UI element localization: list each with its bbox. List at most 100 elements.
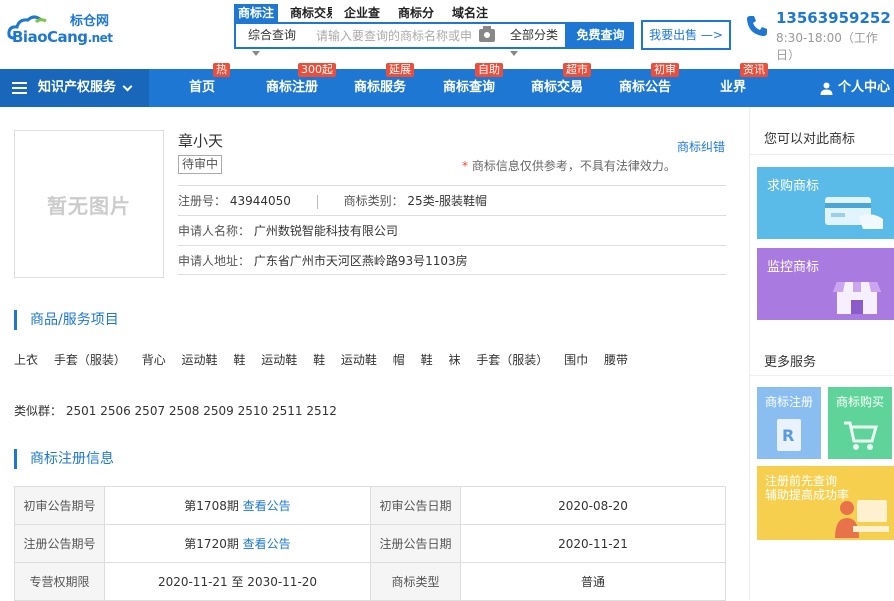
table-cell: 初审公告日期 <box>370 486 461 525</box>
camera-icon[interactable] <box>479 26 495 42</box>
top-header: 标仓网 BiaoCang.net 商标注 商标交易 企业查 商标分 域名注 综合… <box>0 0 894 62</box>
trademark-name: 章小天 <box>178 132 224 150</box>
registration-section-title: 商标注册信息 <box>14 449 114 469</box>
phone-number: 13563959252 <box>776 9 891 27</box>
table-row: 初审公告期号 第1708期 查看公告 初审公告日期 2020-08-20 <box>14 486 726 525</box>
goods-item: 鞋 <box>420 353 433 367</box>
nav-trademark-register[interactable]: 商标注册 300起 <box>266 63 336 107</box>
trademark-correction-link[interactable]: 商标纠错 <box>677 138 725 155</box>
table-cell: 第1708期 查看公告 <box>104 486 371 525</box>
search-input[interactable] <box>316 24 476 47</box>
nav-trademark-service[interactable]: 商标服务 延展 <box>354 63 414 107</box>
nav-trademark-trade[interactable]: 商标交易 超市 <box>531 63 591 107</box>
consultant-illustration-icon <box>835 500 889 538</box>
nav-badge: 资讯 <box>740 63 768 77</box>
table-cell: 注册公告期号 <box>14 524 105 563</box>
trademark-purchase-card[interactable]: 商标购买 <box>828 387 892 459</box>
logo-english-name: BiaoCang.net <box>12 28 113 46</box>
right-sidebar: 您可以对此商标 求购商标 监控商标 更多服务 商标注册 R 商标购买 注册前先查… <box>749 107 894 600</box>
goods-item: 运动鞋 <box>340 353 377 367</box>
user-center-link[interactable]: 个人中心 <box>820 69 890 107</box>
status-badge: 待审中 <box>178 155 223 174</box>
buy-trademark-card[interactable]: 求购商标 <box>757 167 894 239</box>
chevron-down-icon <box>122 81 133 92</box>
ip-service-label: 知识产权服务 <box>38 80 117 95</box>
goods-item: 手套（服装） <box>476 353 549 367</box>
table-row: 注册公告期号 第1720期 查看公告 注册公告日期 2020-11-21 <box>14 524 726 563</box>
scope-caret-icon <box>252 51 260 56</box>
goods-item: 帽 <box>392 353 405 367</box>
search-tabs: 商标注 商标交易 企业查 商标分 域名注 <box>234 4 502 22</box>
nav-badge: 延展 <box>386 63 414 77</box>
similar-groups: 类似群： 2501 2506 2507 2508 2509 2510 2511 … <box>14 404 337 418</box>
search-box: 综合查询 全部分类 <box>234 22 567 56</box>
document-icon: R <box>777 419 801 451</box>
table-cell: 普通 <box>460 562 726 601</box>
trademark-image-placeholder: 暂无图片 <box>14 130 164 278</box>
nav-badge: 初审 <box>651 63 679 77</box>
divider <box>750 375 894 376</box>
applicant-row: 申请人名称： 广州数锐智能科技有限公司 <box>178 215 726 245</box>
category-select[interactable]: 全部分类 <box>504 24 564 47</box>
more-services-title: 更多服务 <box>764 355 817 370</box>
disclaimer: * 商标信息仅供参考，不具有法律效力。 <box>462 159 676 173</box>
search-tab-company[interactable]: 企业查 <box>340 4 386 22</box>
shop-icon <box>833 282 881 314</box>
nav-industry[interactable]: 业界 资讯 <box>720 63 768 107</box>
trademark-class: 25类-服装鞋帽 <box>407 194 488 208</box>
goods-section-title: 商品/服务项目 <box>14 310 119 330</box>
search-tab-category[interactable]: 商标分 <box>394 4 440 22</box>
nav-trademark-notice[interactable]: 商标公告 初审 <box>619 63 679 107</box>
goods-item: 鞋 <box>313 353 326 367</box>
search-tab-trademark[interactable]: 商标注 <box>234 4 278 22</box>
registration-table: 初审公告期号 第1708期 查看公告 初审公告日期 2020-08-20 注册公… <box>14 486 726 601</box>
category-caret-icon <box>510 51 518 56</box>
menu-icon <box>12 82 27 94</box>
goods-item: 鞋 <box>233 353 246 367</box>
reg-info-row: 注册号： 43944050 商标类别： 25类-服装鞋帽 <box>178 185 726 215</box>
trademark-register-card[interactable]: 商标注册 R <box>757 387 821 459</box>
nav-badge: 超市 <box>563 63 591 77</box>
ip-service-menu[interactable]: 知识产权服务 <box>0 69 149 107</box>
nav-home[interactable]: 首页 热 <box>189 63 230 107</box>
search-tab-trade[interactable]: 商标交易 <box>286 4 332 22</box>
table-cell: 初审公告期号 <box>14 486 105 525</box>
divider <box>316 194 318 209</box>
site-logo[interactable]: 标仓网 BiaoCang.net <box>6 8 126 48</box>
goods-item: 腰带 <box>603 353 628 367</box>
search-scope-select[interactable]: 综合查询 <box>236 24 308 47</box>
goods-item: 运动鞋 <box>181 353 218 367</box>
table-cell: 2020-11-21 至 2030-11-20 <box>104 562 371 601</box>
nav-trademark-query[interactable]: 商标查询 自助 <box>443 63 503 107</box>
table-row: 专营权期限 2020-11-21 至 2030-11-20 商标类型 普通 <box>14 562 726 601</box>
nav-badge: 热 <box>213 63 230 77</box>
divider <box>750 154 894 155</box>
table-cell: 专营权期限 <box>14 562 105 601</box>
goods-list: 上衣 手套（服装） 背心 运动鞋 鞋 运动鞋 鞋 运动鞋 帽 鞋 袜 手套（服装… <box>14 351 734 368</box>
nav-badge: 300起 <box>298 63 336 77</box>
phone-icon <box>747 16 767 36</box>
card-payment-icon <box>825 197 883 229</box>
table-cell: 商标类型 <box>370 562 461 601</box>
compare-title: 您可以对此商标 <box>764 132 856 147</box>
main-nav: 知识产权服务 首页 热 商标注册 300起 商标服务 延展 商标查询 自助 商标… <box>0 63 894 107</box>
goods-item: 袜 <box>448 353 461 367</box>
goods-item: 上衣 <box>14 353 39 367</box>
sell-button[interactable]: 我要出售 —> <box>641 20 731 50</box>
nav-badge: 自助 <box>475 63 503 77</box>
applicant-name: 广州数锐智能科技有限公司 <box>253 224 398 238</box>
shopping-cart-icon <box>844 421 878 450</box>
trademark-detail: 暂无图片 章小天 待审中 商标纠错 * 商标信息仅供参考，不具有法律效力。 注册… <box>0 107 745 601</box>
free-query-button[interactable]: 免费查询 <box>567 22 634 49</box>
view-notice-link[interactable]: 查看公告 <box>243 499 291 513</box>
applicant-address: 广东省广州市天河区燕岭路93号1103房 <box>253 254 468 268</box>
view-notice-link[interactable]: 查看公告 <box>243 537 291 551</box>
search-tab-domain[interactable]: 域名注 <box>448 4 494 22</box>
query-first-promo-card[interactable]: 注册前先查询 辅助提高成功率 <box>757 466 894 540</box>
user-icon <box>820 82 833 95</box>
goods-item: 围巾 <box>564 353 589 367</box>
table-cell: 2020-11-21 <box>460 524 726 563</box>
logo-chinese-name: 标仓网 <box>70 14 110 29</box>
goods-item: 手套（服装） <box>53 353 126 367</box>
monitor-trademark-card[interactable]: 监控商标 <box>757 248 894 320</box>
